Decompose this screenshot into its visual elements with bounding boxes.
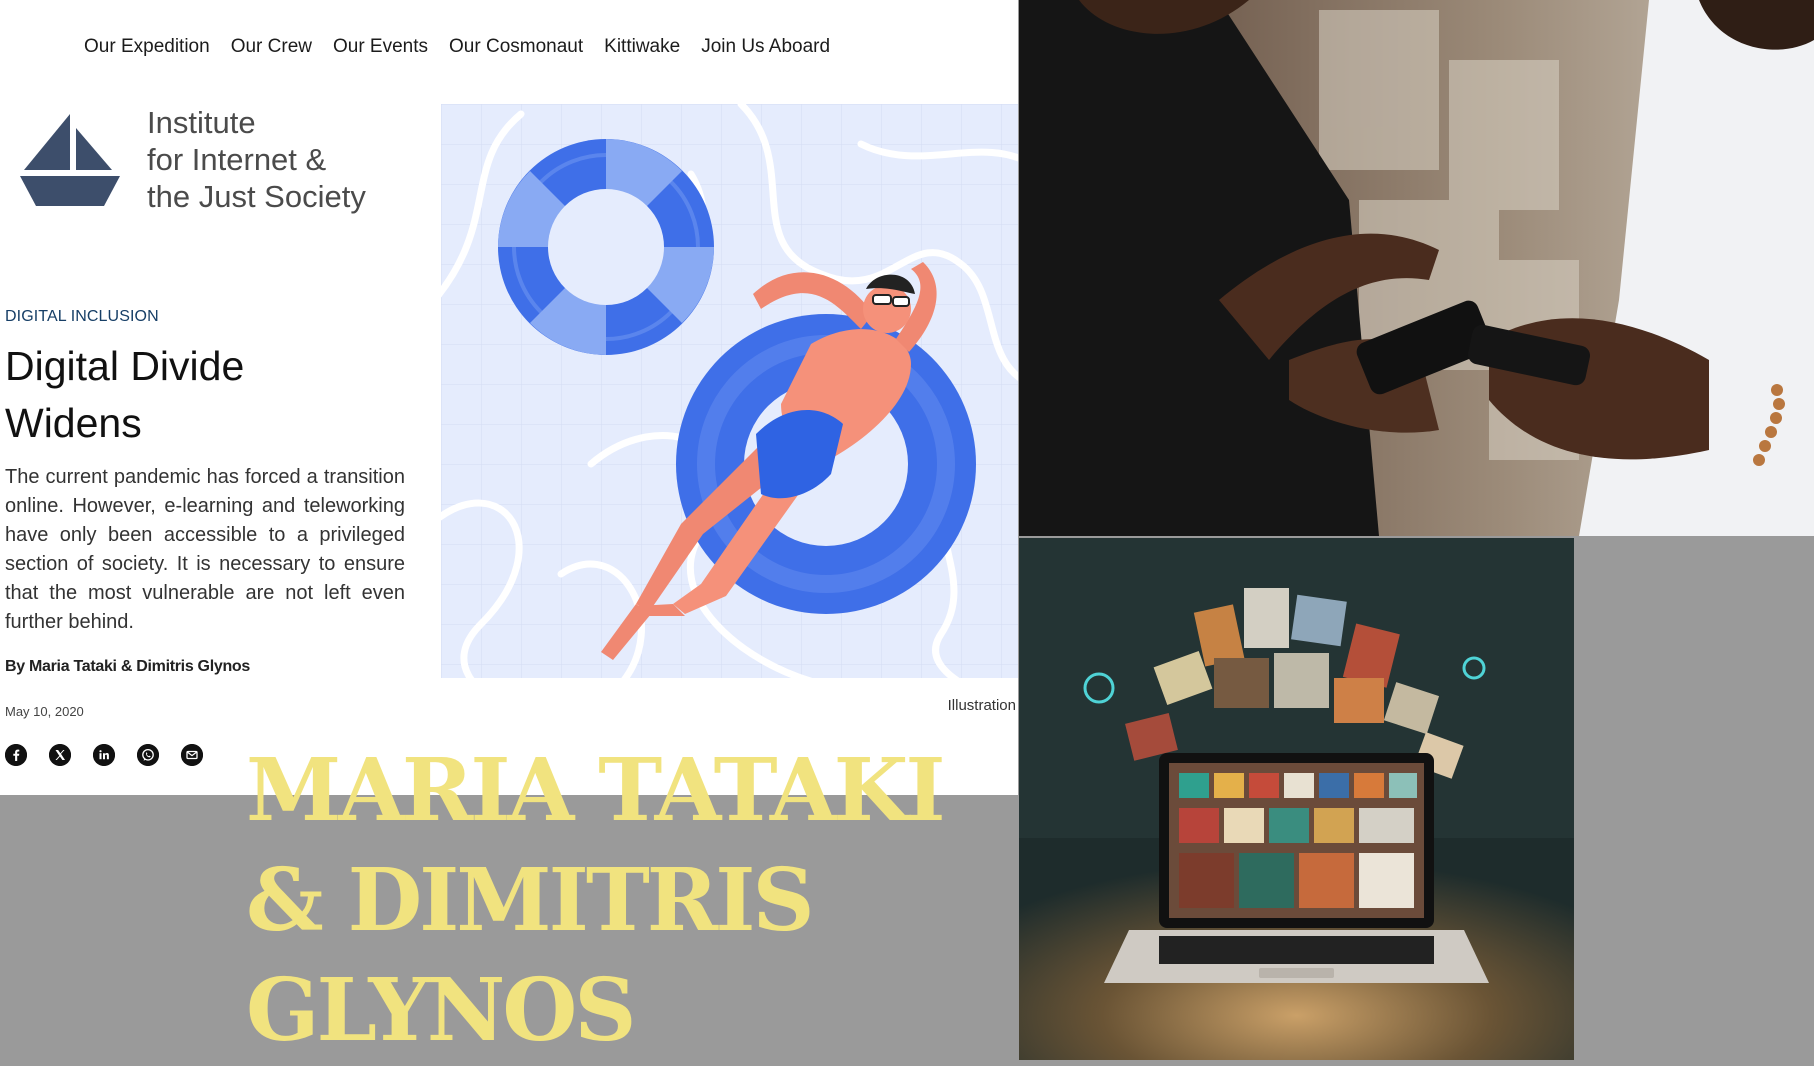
nav-join-us-aboard[interactable]: Join Us Aboard — [701, 36, 830, 58]
x-icon[interactable] — [49, 744, 71, 766]
illustration-caption: Illustration — [947, 697, 1016, 714]
facebook-icon[interactable] — [5, 744, 27, 766]
nav-our-expedition[interactable]: Our Expedition — [84, 36, 210, 58]
overlay-author-title: MARIA TATAKI & DIMITRIS GLYNOS — [246, 736, 966, 1066]
photo-people-with-phones — [1019, 0, 1814, 536]
article-illustration — [441, 104, 1018, 678]
logo-line-2: for Internet & — [147, 142, 327, 177]
photo-laptop-with-media — [1019, 538, 1574, 1060]
article-panel: Our Expedition Our Crew Our Events Our C… — [0, 0, 1018, 795]
article-byline: By Maria Tataki & Dimitris Glynos — [5, 658, 250, 675]
article-summary: The current pandemic has forced a transi… — [5, 466, 405, 633]
email-icon[interactable] — [181, 744, 203, 766]
article-title[interactable]: Digital Divide Widens — [5, 338, 335, 452]
nav-our-crew[interactable]: Our Crew — [231, 36, 312, 58]
article-title-line-2: Widens — [5, 400, 142, 446]
logo-line-1: Institute — [147, 105, 256, 140]
logo-line-3: the Just Society — [147, 179, 366, 214]
share-buttons — [5, 744, 203, 766]
overlay-line-3: GLYNOS — [246, 960, 636, 1061]
overlay-line-2: & DIMITRIS — [246, 850, 815, 951]
article-title-line-1: Digital Divide — [5, 343, 245, 389]
nav-our-events[interactable]: Our Events — [333, 36, 428, 58]
pool-illustration — [441, 104, 1018, 678]
logo-text: Institute for Internet & the Just Societ… — [147, 104, 366, 215]
overlay-line-1: MARIA TATAKI — [246, 740, 946, 841]
article-date: May 10, 2020 — [5, 704, 84, 719]
small-swim-ring — [498, 139, 714, 355]
linkedin-icon[interactable] — [93, 744, 115, 766]
nav-our-cosmonaut[interactable]: Our Cosmonaut — [449, 36, 583, 58]
whatsapp-icon[interactable] — [137, 744, 159, 766]
nav-kittiwake[interactable]: Kittiwake — [604, 36, 680, 58]
sailboat-icon — [20, 114, 120, 206]
article-category[interactable]: DIGITAL INCLUSION — [5, 308, 159, 326]
site-logo[interactable]: Institute for Internet & the Just Societ… — [20, 104, 380, 224]
top-navigation: Our Expedition Our Crew Our Events Our C… — [84, 36, 830, 58]
